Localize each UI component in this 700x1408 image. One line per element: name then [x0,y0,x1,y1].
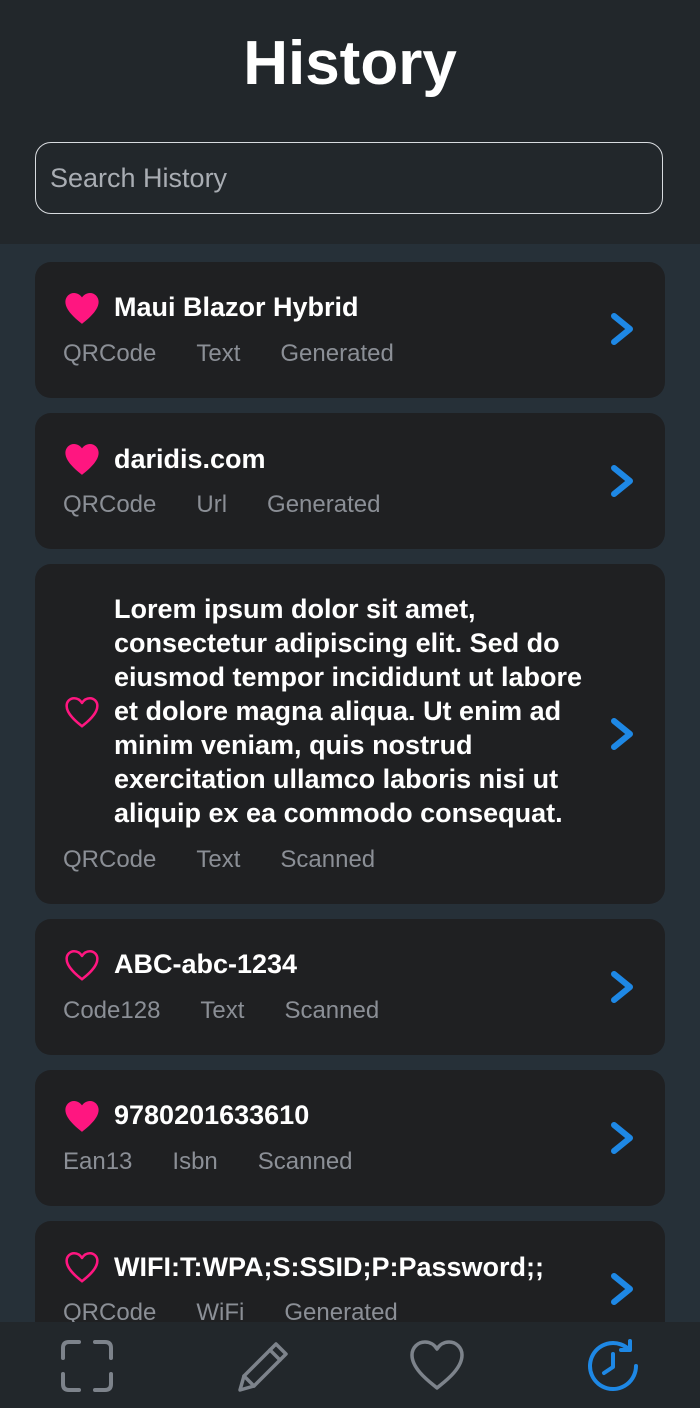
heart-outline-icon[interactable] [407,1336,467,1396]
history-list[interactable]: Maui Blazor Hybrid QRCode Text Generated d… [0,244,700,1322]
chevron-right-icon[interactable] [608,312,638,346]
history-item[interactable]: Maui Blazor Hybrid QRCode Text Generated [35,262,665,398]
item-format: QRCode [63,491,157,518]
history-item[interactable]: daridis.com QRCode Url Generated [35,413,665,549]
item-title: ABC-abc-1234 [114,949,298,979]
item-type: Text [196,846,241,873]
bottom-nav [0,1322,700,1408]
heart-filled-icon[interactable] [63,1098,101,1134]
history-item[interactable]: ABC-abc-1234 Code128 Text Scanned [35,919,665,1055]
search-input[interactable] [50,143,640,213]
item-source: Generated [267,491,381,518]
heart-outline-icon[interactable] [63,1249,101,1285]
history-item[interactable]: Lorem ipsum dolor sit amet, consectetur … [35,564,665,904]
chevron-right-icon[interactable] [608,970,638,1004]
item-format: Code128 [63,997,161,1024]
item-source: Scanned [280,846,376,873]
item-title: Maui Blazor Hybrid [114,292,359,322]
pencil-icon[interactable] [232,1336,292,1396]
item-format: QRCode [63,846,157,873]
item-title: daridis.com [114,444,266,474]
scan-frame-icon[interactable] [57,1336,117,1396]
item-meta: QRCode Text Scanned [63,845,415,875]
chevron-right-icon[interactable] [608,464,638,498]
item-source: Generated [284,1299,398,1322]
item-source: Generated [280,340,394,367]
item-meta: QRCode Text Generated [63,339,434,369]
item-format: QRCode [63,340,157,367]
history-item[interactable]: WIFI:T:WPA;S:SSID;P:Password;; QRCode WiF… [35,1221,665,1322]
page-title: History [243,29,457,98]
header: History [0,0,700,244]
item-source: Scanned [284,997,380,1024]
item-type: Isbn [172,1148,218,1175]
item-meta: QRCode WiFi Generated [63,1298,438,1322]
heart-outline-icon[interactable] [63,947,101,983]
item-format: QRCode [63,1299,157,1322]
item-type: Url [196,491,228,518]
chevron-right-icon[interactable] [608,1272,638,1306]
item-format: Ean13 [63,1148,133,1175]
item-source: Scanned [257,1148,353,1175]
heart-outline-icon[interactable] [63,694,101,730]
item-type: Text [196,340,241,367]
heart-filled-icon[interactable] [63,290,101,326]
search-box[interactable] [35,142,663,214]
item-title: WIFI:T:WPA;S:SSID;P:Password;; [114,1252,544,1282]
history-clock-icon[interactable] [583,1336,643,1396]
heart-filled-icon[interactable] [63,441,101,477]
item-type: WiFi [196,1299,245,1322]
item-title: 9780201633610 [114,1100,310,1130]
chevron-right-icon[interactable] [608,717,638,751]
item-meta: Code128 Text Scanned [63,996,419,1026]
history-item[interactable]: 9780201633610 Ean13 Isbn Scanned [35,1070,665,1206]
item-meta: Ean13 Isbn Scanned [63,1147,393,1177]
chevron-right-icon[interactable] [608,1121,638,1155]
item-title: Lorem ipsum dolor sit amet, consectetur … [114,594,583,828]
item-type: Text [200,997,245,1024]
item-meta: QRCode Url Generated [63,490,420,520]
